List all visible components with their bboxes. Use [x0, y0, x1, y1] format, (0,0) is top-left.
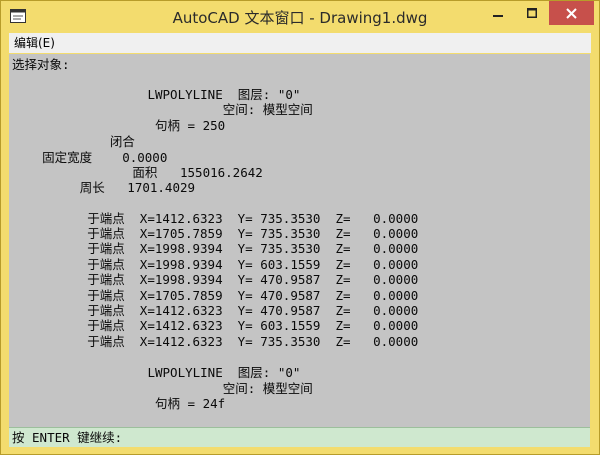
history-line: 选择对象:	[12, 57, 70, 72]
history-line: 面积 155016.2642	[12, 165, 263, 180]
history-line: 句柄 = 250	[12, 118, 226, 133]
minimize-icon	[493, 15, 503, 17]
history-line: 于端点 X=1705.7859 Y= 735.3530 Z= 0.0000	[12, 226, 419, 241]
maximize-icon	[527, 8, 537, 18]
command-line[interactable]: 按 ENTER 键继续:	[9, 427, 590, 447]
autocad-text-window: AutoCAD 文本窗口 - Drawing1.dwg 编辑(E) 选择对象:	[0, 0, 600, 455]
history-line: 周长 1701.4029	[12, 180, 196, 195]
history-line: 句柄 = 24f	[12, 396, 226, 411]
history-line: 空间: 模型空间	[12, 102, 313, 117]
maximize-button[interactable]	[515, 1, 549, 25]
close-button[interactable]	[549, 1, 594, 25]
history-line: 于端点 X=1412.6323 Y= 735.3530 Z= 0.0000	[12, 334, 419, 349]
history-line: 空间: 模型空间	[12, 381, 313, 396]
minimize-button[interactable]	[481, 1, 515, 25]
history-line: 于端点 X=1705.7859 Y= 470.9587 Z= 0.0000	[12, 288, 419, 303]
history-line: 于端点 X=1412.6323 Y= 470.9587 Z= 0.0000	[12, 303, 419, 318]
title-bar[interactable]: AutoCAD 文本窗口 - Drawing1.dwg	[1, 1, 599, 33]
history-line: 闭合	[12, 134, 135, 149]
menu-bar: 编辑(E)	[9, 33, 591, 53]
history-line: 固定宽度 0.0000	[12, 150, 168, 165]
menu-edit[interactable]: 编辑(E)	[14, 35, 55, 51]
history-line: LWPOLYLINE 图层: "0"	[12, 87, 301, 102]
history-line: 于端点 X=1412.6323 Y= 603.1559 Z= 0.0000	[12, 318, 419, 333]
command-prompt: 按 ENTER 键继续:	[12, 430, 123, 445]
history-line: 于端点 X=1998.9394 Y= 735.3530 Z= 0.0000	[12, 241, 419, 256]
history-line: 于端点 X=1998.9394 Y= 603.1559 Z= 0.0000	[12, 257, 419, 272]
close-icon	[566, 7, 577, 19]
history-line: LWPOLYLINE 图层: "0"	[12, 365, 301, 380]
history-text-area[interactable]: 选择对象: LWPOLYLINE 图层: "0" 空间: 模型空间 句柄 = 2…	[9, 54, 590, 427]
history-line: 于端点 X=1412.6323 Y= 735.3530 Z= 0.0000	[12, 211, 419, 226]
history-line: 于端点 X=1998.9394 Y= 470.9587 Z= 0.0000	[12, 272, 419, 287]
